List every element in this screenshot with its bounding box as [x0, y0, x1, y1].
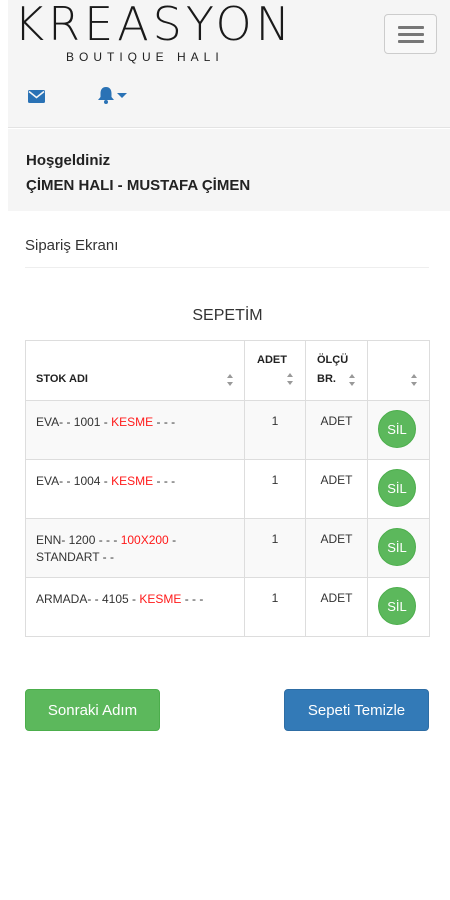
menu-icon-bar	[398, 33, 424, 36]
stock-name-text: ENN- 1200 - - -	[36, 533, 121, 547]
caret-down-icon[interactable]	[117, 93, 127, 98]
column-header-unit[interactable]: ÖLÇÜ BR.	[305, 340, 368, 401]
bell-icon[interactable]	[96, 86, 116, 104]
brand-logo[interactable]: KREASYON BOUTIQUE HALI	[14, 0, 334, 64]
column-header-qty[interactable]: ADET	[244, 340, 306, 401]
table-header-row: STOK ADI ADET ÖLÇÜ BR.	[25, 340, 430, 401]
top-navbar: KREASYON BOUTIQUE HALI	[8, 0, 450, 128]
cell-qty: 1	[244, 577, 306, 637]
sort-icon	[287, 373, 294, 385]
brand-tagline: BOUTIQUE HALI	[66, 50, 224, 64]
sort-icon	[349, 374, 356, 386]
cart-table: STOK ADI ADET ÖLÇÜ BR. EVA- - 1001 - KES…	[25, 340, 430, 637]
stock-name-highlight: KESME	[111, 415, 154, 429]
stock-name-highlight: KESME	[111, 474, 154, 488]
stock-name-suffix: - - -	[153, 474, 176, 488]
table-row: ENN- 1200 - - - 100X200 - STANDART - - 1 …	[25, 518, 430, 578]
column-header-label: STOK ADI	[36, 373, 88, 385]
page-title: Sipariş Ekranı	[25, 237, 119, 254]
cell-unit: ADET	[305, 518, 368, 578]
divider	[25, 267, 429, 268]
cell-action: SİL	[367, 577, 430, 637]
stock-name-suffix: -	[168, 533, 177, 547]
delete-button[interactable]: SİL	[378, 528, 416, 566]
stock-name-suffix: - - -	[153, 415, 176, 429]
delete-button[interactable]: SİL	[378, 587, 416, 625]
menu-toggle-button[interactable]	[384, 14, 437, 54]
column-header-label: ADET	[257, 354, 287, 366]
stock-name-line2: STANDART - -	[36, 550, 115, 564]
cell-unit: ADET	[305, 459, 368, 519]
menu-icon-bar	[398, 40, 424, 43]
cell-qty: 1	[244, 518, 306, 578]
delete-button[interactable]: SİL	[378, 410, 416, 448]
cell-action: SİL	[367, 518, 430, 578]
stock-name-suffix: - - -	[181, 592, 204, 606]
column-header-stock-name[interactable]: STOK ADI	[25, 340, 245, 401]
stock-name-text: EVA- - 1004 -	[36, 474, 112, 488]
menu-icon	[398, 26, 424, 29]
envelope-icon[interactable]	[28, 90, 45, 103]
cell-qty: 1	[244, 459, 306, 519]
welcome-user: ÇİMEN HALI - MUSTAFA ÇİMEN	[26, 177, 251, 194]
cell-action: SİL	[367, 459, 430, 519]
cell-stock-name: ENN- 1200 - - - 100X200 - STANDART - -	[25, 518, 245, 578]
welcome-panel: Hoşgeldiniz ÇİMEN HALI - MUSTAFA ÇİMEN	[8, 129, 450, 211]
sort-icon	[227, 374, 234, 386]
cell-stock-name: ARMADA- - 4105 - KESME - - -	[25, 577, 245, 637]
next-step-button[interactable]: Sonraki Adım	[25, 689, 160, 731]
table-row: EVA- - 1004 - KESME - - - 1 ADET SİL	[25, 459, 430, 519]
delete-button[interactable]: SİL	[378, 469, 416, 507]
brand-name: KREASYON	[14, 0, 295, 51]
table-row: EVA- - 1001 - KESME - - - 1 ADET SİL	[25, 400, 430, 460]
column-header-label: BR.	[317, 373, 336, 385]
cell-unit: ADET	[305, 577, 368, 637]
column-header-label: ÖLÇÜ	[317, 354, 349, 366]
welcome-greeting: Hoşgeldiniz	[26, 152, 111, 169]
cart-title: SEPETİM	[192, 307, 263, 324]
stock-name-highlight: 100X200	[120, 533, 169, 547]
stock-name-text: ARMADA- - 4105 -	[36, 592, 140, 606]
table-row: ARMADA- - 4105 - KESME - - - 1 ADET SİL	[25, 577, 430, 637]
cell-stock-name: EVA- - 1001 - KESME - - -	[25, 400, 245, 460]
sort-icon	[411, 374, 418, 386]
cell-qty: 1	[244, 400, 306, 460]
cell-unit: ADET	[305, 400, 368, 460]
cell-action: SİL	[367, 400, 430, 460]
stock-name-highlight: KESME	[139, 592, 182, 606]
clear-cart-button[interactable]: Sepeti Temizle	[284, 689, 429, 731]
column-header-action[interactable]	[367, 340, 430, 401]
cell-stock-name: EVA- - 1004 - KESME - - -	[25, 459, 245, 519]
stock-name-text: EVA- - 1001 -	[36, 415, 112, 429]
